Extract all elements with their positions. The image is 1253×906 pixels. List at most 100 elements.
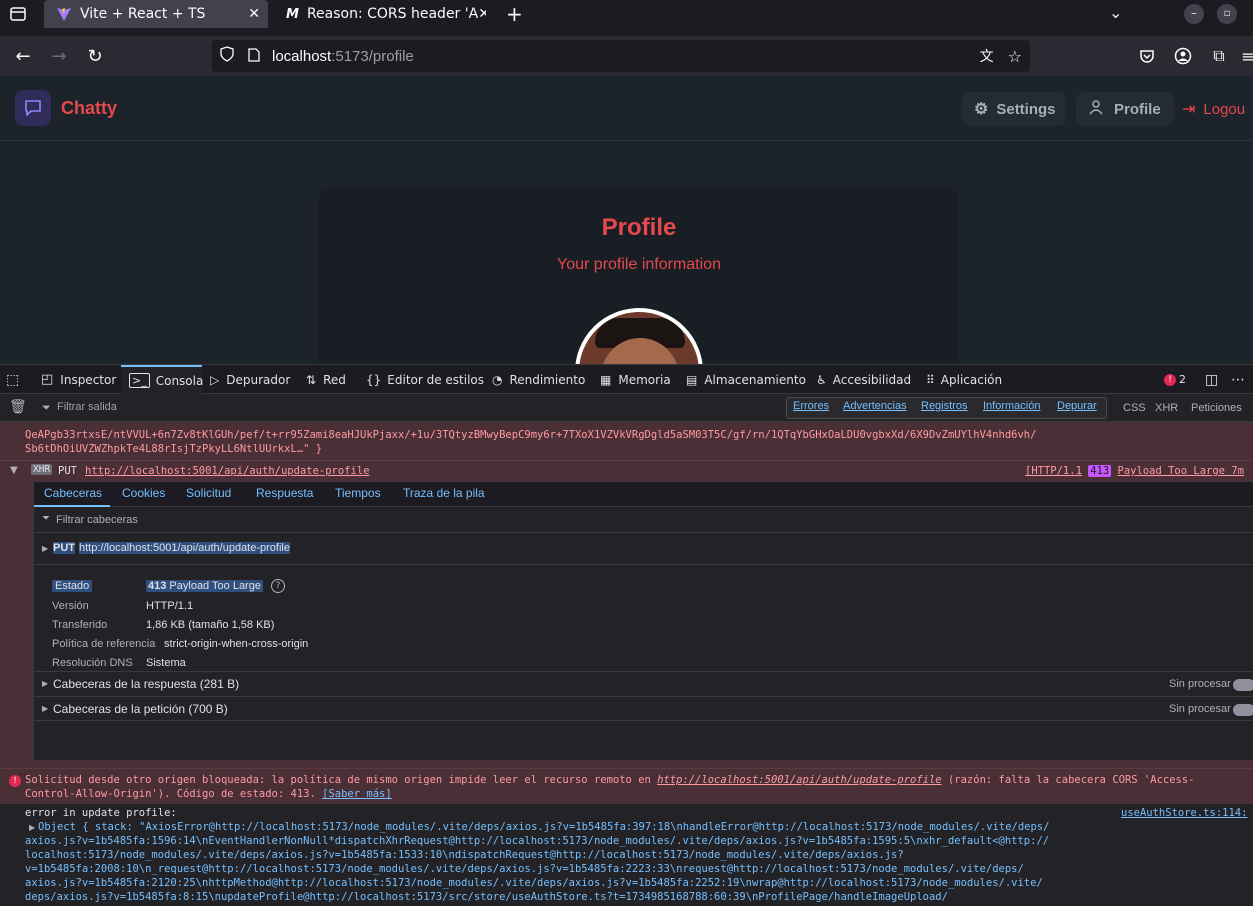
tab-label: Memoria [618, 372, 671, 387]
net-tab-response[interactable]: Respuesta [256, 486, 313, 500]
section-label: Cabeceras de la petición (700 B) [53, 702, 228, 716]
filter-icon: ⏷ [42, 513, 50, 524]
tab-style-editor[interactable]: {} Editor de estilos [358, 365, 484, 394]
error-count-badge[interactable]: ! 2 [1164, 365, 1194, 394]
tab-accessibility[interactable]: ♿ Accesibilidad [808, 365, 920, 394]
restore-button[interactable]: ▫ [1217, 4, 1237, 24]
level-errors[interactable]: Errores [793, 400, 829, 412]
tab-label: Consola [155, 373, 204, 388]
raw-toggle[interactable] [1233, 704, 1253, 716]
url-bar[interactable]: localhost :5173/profile 文 ☆ [212, 40, 1030, 72]
expand-triangle-icon[interactable]: ▼ [10, 465, 18, 476]
settings-button[interactable]: ⚙ Settings [962, 92, 1066, 126]
net-tab-headers[interactable]: Cabeceras [44, 486, 102, 500]
tab-performance[interactable]: ◔ Rendimiento [484, 365, 592, 394]
tab-label: Rendimiento [509, 372, 586, 387]
dns-key: Resolución DNS [52, 657, 133, 669]
level-logs[interactable]: Registros [921, 400, 967, 412]
profile-label: Profile [1114, 100, 1161, 118]
net-tab-cookies[interactable]: Cookies [122, 486, 165, 500]
request-method: PUT [53, 542, 75, 554]
raw-toggle[interactable] [1233, 679, 1253, 691]
status-code: 413 [148, 580, 167, 592]
logout-button[interactable]: ⇥ Logou [1182, 92, 1253, 126]
filter-xhr[interactable]: XHR [1155, 402, 1178, 414]
error-text: Solicitud desde otro origen bloqueada: l… [25, 774, 658, 786]
filter-output-input[interactable]: Filtrar salida [57, 401, 117, 413]
log-line: QeAPgb33rtxsE/ntVVUL+6n7Zv8tKlGUh/pef/t+… [25, 429, 1037, 441]
page-info-icon[interactable] [248, 47, 262, 66]
filter-css[interactable]: CSS [1123, 402, 1146, 414]
dock-side-icon[interactable]: ◫ [1205, 365, 1218, 394]
log-source-link[interactable]: useAuthStore.ts:114: [1121, 807, 1247, 819]
chat-logo-icon[interactable] [15, 90, 51, 126]
expand-triangle-icon[interactable]: ▶ [29, 823, 35, 832]
filter-requests[interactable]: Peticiones [1191, 402, 1242, 414]
expand-triangle-icon[interactable]: ▶ [42, 704, 48, 713]
shield-icon[interactable] [220, 46, 236, 66]
level-warnings[interactable]: Advertencias [843, 400, 907, 412]
avatar[interactable] [575, 308, 703, 364]
browser-tab[interactable]: M Reason: CORS header 'A ✕ [278, 0, 486, 28]
tab-network[interactable]: ⇅ Red [298, 365, 358, 394]
net-tab-request[interactable]: Solicitud [186, 486, 231, 500]
page-content: Chatty ⚙ Settings Profile ⇥ Logou Profil… [0, 76, 1253, 364]
pocket-icon[interactable] [1135, 44, 1159, 68]
new-tab-button[interactable]: + [506, 2, 523, 26]
expand-triangle-icon[interactable]: ▶ [42, 544, 48, 553]
close-tab-icon[interactable]: ✕ [478, 6, 486, 22]
learn-more-link[interactable]: [Saber más] [322, 788, 392, 800]
filter-headers-input[interactable]: Filtrar cabeceras [56, 514, 138, 526]
level-info[interactable]: Información [983, 400, 1040, 412]
settings-label: Settings [996, 100, 1056, 118]
tab-label: Accesibilidad [832, 372, 912, 387]
tab-application[interactable]: ⠿ Aplicación [920, 365, 1010, 394]
browser-tab-active[interactable]: Vite + React + TS ✕ [44, 0, 268, 28]
net-tab-timings[interactable]: Tiempos [335, 486, 381, 500]
tab-title: Vite + React + TS [80, 6, 206, 22]
back-icon[interactable]: ← [11, 44, 35, 68]
minimize-button[interactable]: – [1184, 4, 1204, 24]
brand-name[interactable]: Chatty [61, 98, 117, 119]
help-icon[interactable]: ? [271, 579, 285, 593]
tab-inspector[interactable]: ◰ Inspector [33, 365, 121, 394]
tab-memory[interactable]: ▦ Memoria [592, 365, 678, 394]
trash-icon[interactable]: 🗑 [9, 399, 27, 415]
net-tab-stack-trace[interactable]: Traza de la pila [403, 486, 485, 500]
storage-icon: ▤ [686, 372, 698, 387]
xhr-request-row[interactable]: ▼ XHR PUT http://localhost:5001/api/auth… [0, 460, 1253, 482]
filter-headers-bar: ⏷ Filtrar cabeceras [34, 507, 1253, 533]
request-url[interactable]: http://localhost:5001/api/auth/update-pr… [79, 542, 290, 554]
accessibility-icon: ♿ [816, 372, 827, 387]
close-tab-icon[interactable]: ✕ [248, 6, 260, 22]
browser-tab-strip: Vite + React + TS ✕ M Reason: CORS heade… [0, 0, 1253, 28]
menu-icon[interactable]: ≡ [1236, 44, 1253, 68]
tab-list-icon[interactable] [9, 5, 27, 23]
debugger-icon: ▷ [210, 372, 220, 387]
response-headers-section[interactable]: ▶ Cabeceras de la respuesta (281 B) Sin … [34, 671, 1253, 696]
request-headers-section[interactable]: ▶ Cabeceras de la petición (700 B) Sin p… [34, 696, 1253, 721]
console-filter-bar: 🗑 ⏷ Filtrar salida Errores Advertencias … [0, 394, 1253, 422]
log-line[interactable]: Object { stack: "AxiosError@http://local… [38, 821, 1049, 833]
xhr-url[interactable]: http://localhost:5001/api/auth/update-pr… [85, 465, 369, 477]
previous-log-entry: QeAPgb33rtxsE/ntVVUL+6n7Zv8tKlGUh/pef/t+… [0, 422, 1253, 460]
expand-triangle-icon[interactable]: ▶ [42, 679, 48, 688]
tab-debugger[interactable]: ▷ Depurador [202, 365, 298, 394]
tab-console[interactable]: >_ Consola [121, 365, 204, 394]
network-icon: ⇅ [306, 372, 317, 387]
profile-button[interactable]: Profile [1076, 92, 1174, 126]
bookmark-star-icon[interactable]: ☆ [1008, 47, 1022, 66]
tab-title: Reason: CORS header 'A [306, 6, 479, 22]
forward-icon[interactable]: → [47, 44, 71, 68]
more-options-icon[interactable]: ⋯ [1231, 365, 1245, 394]
tab-storage[interactable]: ▤ Almacenamiento [678, 365, 808, 394]
reload-icon[interactable]: ↻ [83, 44, 107, 68]
account-icon[interactable] [1171, 44, 1195, 68]
request-line[interactable]: ▶ PUT http://localhost:5001/api/auth/upd… [34, 533, 1253, 565]
error-url-link[interactable]: http://localhost:5001/api/auth/update-pr… [657, 774, 941, 786]
translate-icon[interactable]: 文 [980, 46, 994, 66]
extensions-icon[interactable]: ⧉ [1207, 44, 1231, 68]
chevron-down-icon[interactable]: ⌄ [1109, 3, 1122, 22]
level-debug[interactable]: Depurar [1057, 400, 1097, 412]
element-picker-icon[interactable]: ⬚ [6, 365, 26, 394]
